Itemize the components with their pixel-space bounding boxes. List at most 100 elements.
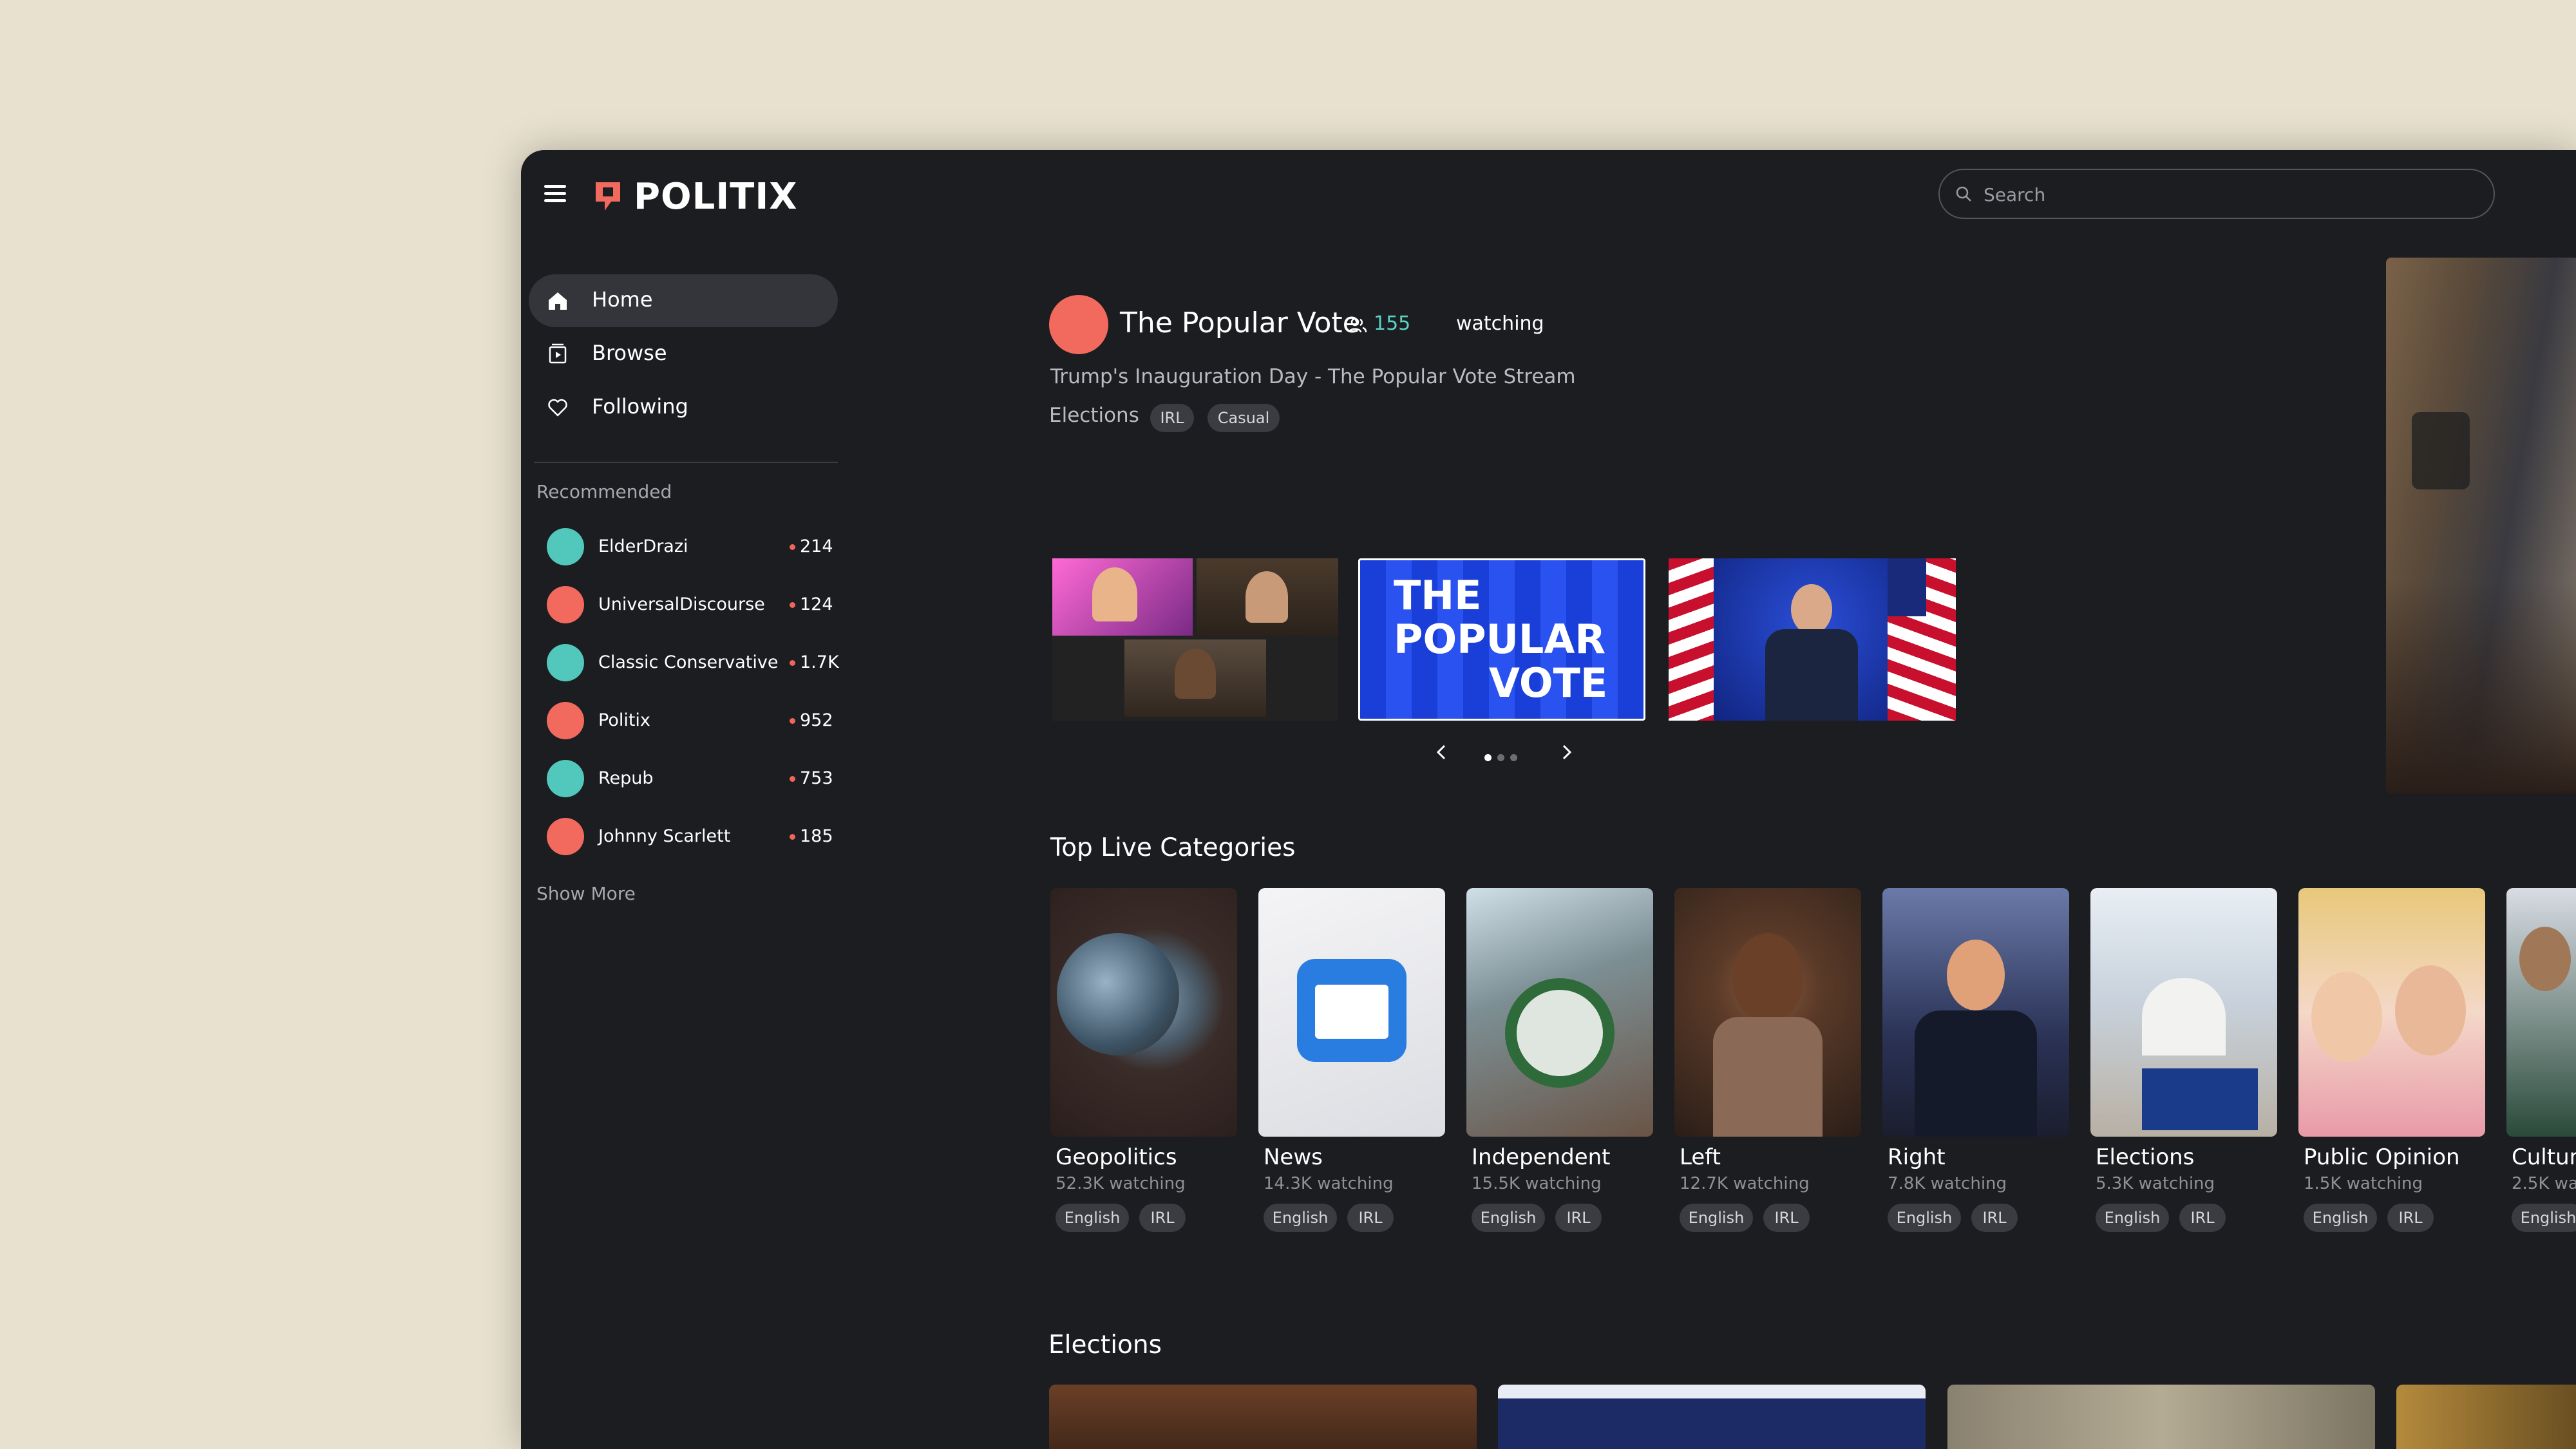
- category-thumbnail[interactable]: [1258, 888, 1445, 1137]
- nav-browse-label: Browse: [592, 341, 667, 365]
- live-dot-icon: [790, 660, 795, 666]
- nav-home-label: Home: [592, 287, 653, 312]
- category-name[interactable]: News: [1264, 1144, 1323, 1170]
- search-input[interactable]: [1982, 178, 2474, 211]
- category-name[interactable]: Right: [1888, 1144, 1946, 1170]
- carousel-dot-active[interactable]: [1484, 754, 1492, 761]
- carousel-dot[interactable]: [1497, 754, 1504, 761]
- category-name[interactable]: Culture: [2512, 1144, 2576, 1170]
- carousel-prev-icon[interactable]: [1432, 743, 1452, 762]
- stream-category[interactable]: Elections: [1049, 404, 1139, 427]
- tag-pill[interactable]: English: [1680, 1204, 1753, 1232]
- recommended-channel[interactable]: UniversalDiscourse 124: [547, 585, 833, 625]
- heart-icon: [548, 399, 567, 417]
- category-thumbnail[interactable]: [2298, 888, 2485, 1137]
- tag-pill[interactable]: English: [2096, 1204, 2169, 1232]
- watching-count: 155: [1374, 312, 1411, 335]
- carousel-thumb-popular-vote[interactable]: THE POPULAR VOTE: [1358, 558, 1645, 721]
- viewer-count: 1.7K: [800, 652, 839, 672]
- category-thumbnail[interactable]: [1882, 888, 2069, 1137]
- category-name[interactable]: Left: [1680, 1144, 1721, 1170]
- category-watching: 15.5K watching: [1472, 1174, 1602, 1193]
- tag-pill[interactable]: IRL: [1150, 404, 1194, 432]
- category-watching: 2.5K watching: [2512, 1174, 2576, 1193]
- tag-pill[interactable]: English: [1472, 1204, 1545, 1232]
- app-logo-text[interactable]: POLITIX: [634, 176, 797, 218]
- tag-pill[interactable]: IRL: [1139, 1204, 1186, 1232]
- category-watching: 14.3K watching: [1264, 1174, 1394, 1193]
- featured-channel-title[interactable]: The Popular Vote: [1120, 307, 1360, 339]
- viewer-count: 753: [800, 768, 833, 788]
- elections-stream-card[interactable]: [1947, 1385, 2375, 1449]
- watching-label: watching: [1456, 312, 1544, 335]
- menu-icon[interactable]: [544, 185, 566, 203]
- category-thumbnail[interactable]: [2506, 888, 2576, 1137]
- tag-pill[interactable]: Casual: [1208, 404, 1280, 432]
- carousel-next-icon[interactable]: [1557, 743, 1576, 762]
- category-name[interactable]: Elections: [2096, 1144, 2194, 1170]
- viewers-icon: [1348, 317, 1367, 333]
- recommended-channel[interactable]: Repub 753: [547, 759, 833, 799]
- recommended-heading: Recommended: [536, 481, 672, 502]
- recommended-channel[interactable]: Politix 952: [547, 701, 833, 741]
- tag-pill[interactable]: IRL: [1347, 1204, 1394, 1232]
- channel-name: Repub: [598, 768, 654, 788]
- tag-pill[interactable]: IRL: [1763, 1204, 1810, 1232]
- viewer-count: 124: [800, 594, 833, 614]
- search-bar[interactable]: [1938, 169, 2495, 219]
- avatar: [547, 760, 584, 797]
- category-watching: 12.7K watching: [1680, 1174, 1810, 1193]
- category-name[interactable]: Geopolitics: [1056, 1144, 1177, 1170]
- tag-pill[interactable]: IRL: [1555, 1204, 1602, 1232]
- live-dot-icon: [790, 776, 795, 782]
- elections-stream-card[interactable]: [1049, 1385, 1477, 1449]
- sidebar-divider: [534, 462, 838, 463]
- tag-pill[interactable]: English: [1056, 1204, 1129, 1232]
- tag-pill[interactable]: English: [1888, 1204, 1961, 1232]
- category-watching: 1.5K watching: [2304, 1174, 2423, 1193]
- channel-avatar[interactable]: [1049, 295, 1108, 354]
- recommended-channel[interactable]: ElderDrazi 214: [547, 527, 833, 567]
- channel-name: Classic Conservative: [598, 652, 779, 672]
- tag-pill[interactable]: IRL: [2179, 1204, 2226, 1232]
- show-more-link[interactable]: Show More: [536, 883, 636, 904]
- live-dot-icon: [790, 602, 795, 608]
- viewer-count: 214: [800, 536, 833, 556]
- thumb-text-line: POPULAR: [1394, 616, 1606, 663]
- stream-title: Trump's Inauguration Day - The Popular V…: [1050, 365, 1576, 388]
- tag-pill[interactable]: IRL: [2387, 1204, 2434, 1232]
- category-thumbnail[interactable]: [2090, 888, 2277, 1137]
- carousel-thumb-video-call[interactable]: [1052, 558, 1338, 721]
- category-watching: 7.8K watching: [1888, 1174, 2007, 1193]
- viewer-count: 952: [800, 710, 833, 730]
- category-name[interactable]: Public Opinion: [2304, 1144, 2460, 1170]
- carousel-thumb-podium[interactable]: [1669, 558, 1956, 721]
- recommended-channel[interactable]: Johnny Scarlett 185: [547, 817, 833, 857]
- elections-stream-card[interactable]: [2396, 1385, 2576, 1449]
- tag-pill[interactable]: English: [1264, 1204, 1337, 1232]
- channel-name: Johnny Scarlett: [598, 826, 731, 846]
- recommended-channel[interactable]: Classic Conservative 1.7K: [547, 643, 839, 683]
- app-window: POLITIX Home Browse Following Recommende…: [521, 150, 2576, 1449]
- avatar: [547, 586, 584, 623]
- carousel-dot[interactable]: [1510, 754, 1517, 761]
- nav-home[interactable]: Home: [529, 274, 838, 327]
- category-name[interactable]: Independent: [1472, 1144, 1611, 1170]
- elections-stream-card[interactable]: [1498, 1385, 1926, 1449]
- top-categories-heading: Top Live Categories: [1050, 833, 1296, 862]
- category-watching: 5.3K watching: [2096, 1174, 2215, 1193]
- category-thumbnail[interactable]: [1050, 888, 1237, 1137]
- home-icon: [549, 292, 567, 310]
- nav-following[interactable]: Following: [529, 381, 838, 434]
- tag-pill[interactable]: IRL: [1971, 1204, 2018, 1232]
- browse-icon: [549, 343, 567, 364]
- category-thumbnail[interactable]: [1674, 888, 1861, 1137]
- category-thumbnail[interactable]: [1466, 888, 1653, 1137]
- tag-pill[interactable]: English: [2512, 1204, 2576, 1232]
- featured-video-preview[interactable]: [2386, 258, 2576, 793]
- nav-browse[interactable]: Browse: [529, 328, 838, 381]
- avatar: [547, 528, 584, 565]
- nav-following-label: Following: [592, 394, 688, 419]
- channel-name: ElderDrazi: [598, 536, 688, 556]
- tag-pill[interactable]: English: [2304, 1204, 2377, 1232]
